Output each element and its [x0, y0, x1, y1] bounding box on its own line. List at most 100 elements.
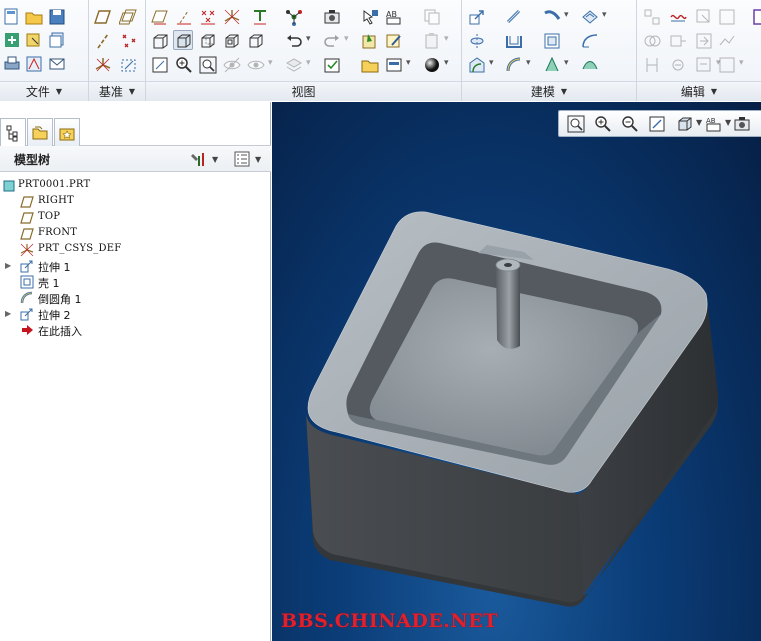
datum-plane-offset-icon[interactable]	[119, 7, 139, 27]
tree-item-insert-here[interactable]: 在此插入	[0, 322, 271, 338]
expand-arrow-icon[interactable]: ▶	[5, 309, 11, 318]
rename-icon[interactable]	[24, 30, 44, 50]
view-group-menu[interactable]: 视图	[146, 81, 461, 101]
tree-item-top[interactable]: TOP	[0, 210, 271, 226]
wireframe-icon[interactable]	[150, 31, 170, 51]
display-style-icon[interactable]: ▼	[675, 114, 702, 134]
folder-browser-tab[interactable]	[27, 118, 53, 146]
edit-group-menu[interactable]: 编辑 ▼	[637, 81, 761, 101]
shading-icon[interactable]	[173, 30, 193, 50]
more-edit-icon[interactable]	[717, 55, 744, 75]
save-icon[interactable]	[47, 7, 67, 27]
tree-item-shell-1[interactable]: 壳 1	[0, 274, 271, 290]
merge-icon[interactable]	[694, 7, 714, 27]
thicken-icon[interactable]	[694, 31, 714, 51]
zoom-in-icon[interactable]	[174, 55, 194, 75]
verify-icon[interactable]	[322, 55, 342, 75]
saved-views-icon[interactable]: AB ▼	[704, 114, 731, 134]
tree-settings-button[interactable]: ▼	[190, 149, 224, 169]
show-menu-button[interactable]: ▼	[233, 149, 267, 169]
undo-icon[interactable]	[284, 31, 311, 51]
print-icon[interactable]	[2, 54, 22, 74]
revolve-icon[interactable]	[504, 7, 524, 27]
redo-icon[interactable]	[322, 31, 349, 51]
sketch-edit-icon[interactable]	[642, 55, 662, 75]
zoom-out-icon[interactable]	[620, 114, 640, 134]
part-model[interactable]	[272, 102, 761, 641]
draft-icon[interactable]	[580, 31, 600, 51]
remove-icon[interactable]	[694, 55, 721, 75]
repaint-icon[interactable]	[647, 114, 667, 134]
rib-icon[interactable]	[542, 31, 562, 51]
plane-display-icon[interactable]	[150, 7, 170, 27]
appearance-icon[interactable]	[360, 7, 380, 27]
ab-text-icon[interactable]: AB	[384, 7, 404, 27]
camera-icon[interactable]	[322, 7, 342, 27]
refit-view-icon[interactable]	[566, 114, 586, 134]
axis-display-icon[interactable]	[174, 7, 194, 27]
mirror-icon[interactable]	[642, 7, 662, 27]
datum-plane-icon[interactable]	[93, 7, 113, 27]
hide-icon[interactable]	[222, 55, 242, 75]
send-mail-icon[interactable]	[47, 54, 67, 74]
favorites-tab[interactable]	[54, 118, 80, 146]
round-icon[interactable]	[467, 55, 494, 75]
extrude-icon[interactable]	[467, 7, 487, 27]
copy-icon[interactable]	[422, 7, 442, 27]
edit-definition-icon[interactable]	[384, 31, 404, 51]
graphics-viewport[interactable]: ▼ AB ▼ BBS.CHINADE.NET	[272, 102, 761, 641]
trim-icon[interactable]	[717, 7, 737, 27]
shell-icon[interactable]	[504, 31, 524, 51]
tree-item-csys[interactable]: PRT_CSYS_DEF	[0, 242, 271, 258]
no-hidden-icon[interactable]	[222, 31, 242, 51]
model-group-menu[interactable]: 建模 ▼	[462, 81, 636, 101]
tree-item-front[interactable]: FRONT	[0, 226, 271, 242]
model-tree-tab[interactable]	[0, 118, 26, 147]
spin-center-icon[interactable]	[284, 7, 304, 27]
regenerate-icon[interactable]	[360, 31, 380, 51]
sweep-icon[interactable]	[542, 7, 569, 27]
solidify-icon[interactable]	[717, 31, 737, 51]
view-manager-icon[interactable]	[732, 114, 752, 134]
new-icon[interactable]	[2, 7, 22, 27]
chamfer-icon[interactable]	[504, 55, 531, 75]
refit-icon[interactable]	[150, 55, 170, 75]
sphere-appearance-icon[interactable]	[422, 55, 449, 75]
datum-point-icon[interactable]	[119, 31, 139, 51]
show-icon[interactable]	[246, 55, 273, 75]
file-group-menu[interactable]: 文件 ▼	[0, 81, 88, 101]
pattern-icon[interactable]	[542, 55, 569, 75]
point-display-icon[interactable]	[198, 7, 218, 27]
tree-item-part[interactable]: PRT0001.PRT	[0, 178, 271, 194]
datum-axis-icon[interactable]	[93, 31, 113, 51]
zoom-in-icon[interactable]	[593, 114, 613, 134]
open-icon[interactable]	[24, 7, 44, 27]
hole-icon[interactable]	[467, 31, 487, 51]
zoom-window-icon[interactable]	[198, 55, 218, 75]
annotation-display-icon[interactable]	[250, 7, 270, 27]
paste-icon[interactable]	[422, 31, 449, 51]
save-copy-icon[interactable]	[2, 30, 22, 50]
blend-icon[interactable]	[580, 7, 607, 27]
folder-icon[interactable]	[360, 55, 380, 75]
intersect-icon[interactable]	[642, 31, 662, 51]
project-icon[interactable]	[751, 7, 761, 27]
layer-icon[interactable]	[284, 55, 311, 75]
offset-icon[interactable]	[668, 7, 688, 27]
csys-icon[interactable]	[93, 55, 113, 75]
fill-icon[interactable]	[668, 55, 688, 75]
hidden-line-icon[interactable]	[198, 31, 218, 51]
expand-arrow-icon[interactable]: ▶	[5, 261, 11, 270]
extend-icon[interactable]	[668, 31, 688, 51]
tree-item-right[interactable]: RIGHT	[0, 194, 271, 210]
model-properties-icon[interactable]	[24, 54, 44, 74]
tree-item-extrude-1[interactable]: ▶ 拉伸 1	[0, 258, 271, 274]
datum-group-menu[interactable]: 基准 ▼	[89, 81, 145, 101]
tree-item-extrude-2[interactable]: ▶ 拉伸 2	[0, 306, 271, 322]
orient-icon[interactable]	[384, 55, 411, 75]
csys-display-icon[interactable]	[222, 7, 242, 27]
backup-icon[interactable]	[47, 30, 67, 50]
shading-edges-icon[interactable]	[246, 31, 266, 51]
sketch-icon[interactable]	[119, 55, 139, 75]
tree-item-round-1[interactable]: 倒圆角 1	[0, 290, 271, 306]
